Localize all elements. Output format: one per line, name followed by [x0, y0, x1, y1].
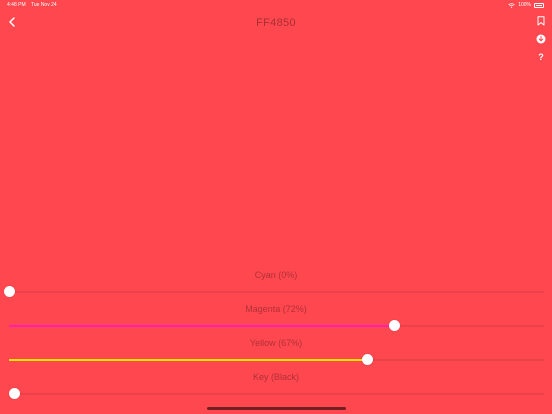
help-button[interactable]: ? [535, 51, 547, 63]
battery-icon [534, 2, 544, 8]
status-date: Tue Nov 24 [31, 2, 57, 8]
slider-fill [9, 359, 368, 361]
status-bar: 4:48 PM Tue Nov 24 100% [0, 0, 552, 12]
slider-label: Yellow (67%) [249, 338, 303, 348]
download-icon [536, 34, 546, 44]
status-right: 100% [508, 2, 544, 8]
wifi-icon [508, 2, 515, 8]
slider-track[interactable] [4, 286, 544, 297]
slider-label: Cyan (0%) [254, 270, 298, 280]
download-button[interactable] [535, 33, 547, 45]
slider-thumb[interactable] [389, 320, 401, 331]
page-title: FF4850 [256, 17, 296, 29]
slider-label: Magenta (72%) [245, 304, 307, 314]
home-indicator[interactable] [207, 407, 346, 410]
slider-fill [9, 325, 395, 327]
side-toolbar: ? [535, 15, 547, 63]
bookmark-button[interactable] [535, 15, 547, 27]
status-time: 4:48 PM [7, 2, 26, 8]
slider-track[interactable] [9, 354, 544, 365]
slider-thumb[interactable] [9, 388, 21, 399]
slider-thumb[interactable] [362, 354, 374, 365]
slider-track[interactable] [9, 320, 544, 331]
help-icon: ? [538, 52, 544, 62]
slider-thumb[interactable] [4, 286, 15, 297]
bookmark-icon [537, 16, 545, 26]
slider-label: Key (Black) [252, 372, 299, 382]
battery-percent: 100% [518, 2, 531, 8]
slider-track[interactable] [9, 388, 544, 399]
